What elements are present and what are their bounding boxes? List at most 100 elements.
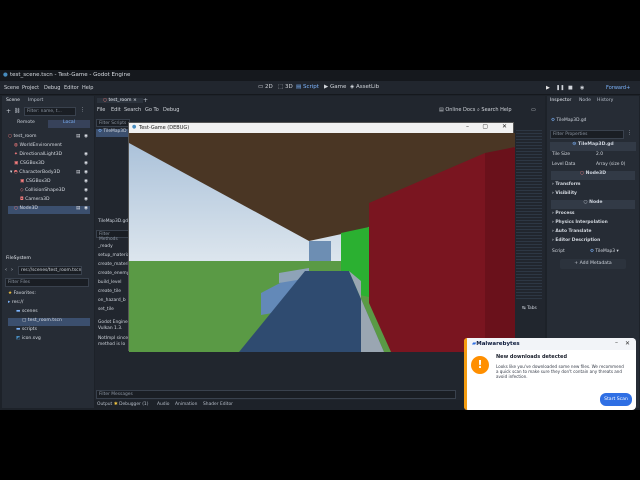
- filter-messages-input[interactable]: Filter Messages: [96, 390, 456, 399]
- script-list-item[interactable]: ⚙ TileMap3D: [96, 129, 130, 137]
- filter-methods-input[interactable]: Filter Methods: [96, 230, 130, 242]
- script-menu-search[interactable]: Search: [124, 107, 141, 113]
- tab-history[interactable]: History: [597, 98, 613, 103]
- script-value[interactable]: ⚙ TileMap3 ▾: [590, 249, 619, 254]
- section-auto-translate[interactable]: › Auto Translate: [552, 229, 636, 234]
- tree-node-collision-shape[interactable]: ◇ CollisionShape3D ◉: [8, 188, 90, 196]
- add-node-icon[interactable]: +: [6, 108, 11, 115]
- fs-folder-scenes[interactable]: ▬ scenes: [8, 309, 90, 317]
- tab-scene[interactable]: Scene: [6, 98, 20, 103]
- scene-filter-options-icon[interactable]: ⋮: [80, 107, 85, 113]
- script-menu-edit[interactable]: Edit: [111, 107, 121, 113]
- tab-inspector[interactable]: Inspector: [550, 98, 571, 103]
- renderer-select[interactable]: Forward+: [606, 85, 630, 91]
- nav-back-icon[interactable]: ‹: [5, 267, 7, 273]
- close-icon[interactable]: ✕: [502, 123, 507, 130]
- visibility-eye-icon[interactable]: ◉: [84, 188, 88, 193]
- tree-node-camera[interactable]: ◘ Camera3D ◉: [8, 197, 90, 205]
- play-button[interactable]: ▶: [546, 85, 550, 91]
- section-editor-description[interactable]: › Editor Description: [552, 238, 636, 243]
- section-transform[interactable]: › Transform: [552, 182, 636, 187]
- tree-node-directional-light[interactable]: ✦ DirectionalLight3D ◉: [8, 152, 90, 160]
- minimize-icon[interactable]: –: [615, 339, 618, 346]
- close-tab-icon[interactable]: ×: [133, 98, 137, 103]
- nav-forward-icon[interactable]: ›: [11, 267, 13, 273]
- filesystem-filter-input[interactable]: Filter Files: [5, 278, 89, 287]
- workspace-2d[interactable]: ▭ 2D: [258, 84, 273, 90]
- fs-favorites[interactable]: ★ Favorites:: [8, 291, 90, 299]
- bottom-tab-debugger[interactable]: ✱ Debugger (1): [114, 402, 148, 407]
- tab-test-room[interactable]: ○ test_room ×: [97, 98, 143, 103]
- prop-level-data[interactable]: Level Data Array (size 0): [552, 162, 636, 167]
- tab-import[interactable]: Import: [28, 98, 43, 103]
- minimize-icon[interactable]: –: [466, 123, 469, 130]
- visibility-eye-icon[interactable]: ◉: [84, 161, 88, 166]
- visibility-eye-icon[interactable]: ◉: [84, 197, 88, 202]
- bottom-tab-animation[interactable]: Animation: [175, 402, 197, 407]
- add-metadata-button[interactable]: + Add Metadata: [560, 259, 626, 269]
- tab-filesystem[interactable]: FileSystem: [6, 256, 31, 261]
- remote-debug-icon[interactable]: ◉: [580, 85, 584, 91]
- menu-debug[interactable]: Debug: [44, 85, 60, 91]
- start-scan-button[interactable]: Start Scan: [600, 393, 632, 406]
- link-icon[interactable]: ⛓: [14, 108, 20, 114]
- menu-help[interactable]: Help: [82, 85, 93, 91]
- prop-tile-size[interactable]: Tile Size 2.0: [552, 152, 636, 157]
- game-viewport[interactable]: [129, 133, 515, 352]
- filesystem-path-input[interactable]: res://scenes/test_room.tscn: [18, 266, 82, 275]
- visibility-eye-icon[interactable]: ◉: [84, 134, 88, 139]
- fs-res-root[interactable]: ▸ res://: [8, 300, 90, 308]
- workspace-3d[interactable]: ⬚ 3D: [278, 84, 293, 90]
- tree-node-node3d[interactable]: ○ Node3D ▤ ◉: [8, 206, 90, 214]
- search-help-button[interactable]: ⌕ Search Help: [477, 107, 512, 113]
- filter-scripts-input[interactable]: Filter Scripts: [96, 119, 130, 127]
- tree-node-csgbox-child[interactable]: ▣ CSGBox3D ◉: [8, 179, 90, 187]
- method-item[interactable]: set_tile: [98, 307, 114, 312]
- workspace-game[interactable]: ▶ Game: [324, 84, 346, 90]
- add-tab-button[interactable]: +: [143, 97, 148, 104]
- section-physics-interpolation[interactable]: › Physics Interpolation: [552, 220, 636, 225]
- stop-button[interactable]: ■: [568, 85, 573, 91]
- scene-filter-input[interactable]: Filter: name, t...: [24, 107, 76, 116]
- method-item[interactable]: setup_material: [98, 253, 131, 258]
- tree-node-character-body[interactable]: ▾ ◓ CharacterBody3D ▤ ◉: [8, 170, 90, 178]
- chevron-down-icon[interactable]: ▾: [10, 170, 12, 175]
- code-minimap[interactable]: [516, 130, 542, 300]
- maximize-icon[interactable]: ▢: [482, 123, 488, 130]
- script-list-item-2[interactable]: TileMap3D.gd: [96, 219, 130, 227]
- bottom-tab-output[interactable]: Output: [97, 402, 112, 407]
- menu-editor[interactable]: Editor: [64, 85, 79, 91]
- menu-scene[interactable]: Scene: [4, 85, 19, 91]
- tab-node[interactable]: Node: [579, 98, 591, 103]
- visibility-eye-icon[interactable]: ◉: [84, 206, 88, 211]
- bottom-tab-shader-editor[interactable]: Shader Editor: [203, 402, 233, 407]
- tree-node-test-room[interactable]: ○ test_room ▤ ◉: [8, 134, 90, 142]
- section-visibility[interactable]: › Visibility: [552, 191, 636, 196]
- menu-project[interactable]: Project: [22, 85, 39, 91]
- method-item[interactable]: on_hazard_b: [98, 298, 126, 303]
- workspace-script[interactable]: ▤ Script: [296, 84, 319, 90]
- inspector-file-label[interactable]: ⚙ TileMap3D.gd: [551, 118, 586, 123]
- filter-properties-input[interactable]: Filter Properties: [550, 130, 624, 139]
- close-icon[interactable]: ✕: [625, 340, 630, 347]
- script-attached-icon[interactable]: ▤: [76, 206, 80, 211]
- section-process[interactable]: › Process: [552, 211, 636, 216]
- visibility-eye-icon[interactable]: ◉: [84, 152, 88, 157]
- remote-button[interactable]: Remote: [6, 120, 46, 128]
- local-button[interactable]: Local: [48, 120, 90, 128]
- script-attached-icon[interactable]: ▤: [76, 134, 80, 139]
- script-panel-toggle-icon[interactable]: ▭: [531, 107, 536, 113]
- pause-button[interactable]: ❚❚: [556, 85, 564, 91]
- tree-node-world-environment[interactable]: ◍ WorldEnvironment: [8, 143, 90, 151]
- script-attached-icon[interactable]: ▤: [76, 170, 80, 175]
- tree-node-csgbox[interactable]: ▣ CSGBox3D ◉: [8, 161, 90, 169]
- bottom-tab-audio[interactable]: Audio: [157, 402, 169, 407]
- fs-folder-scripts[interactable]: ▬ scripts: [8, 327, 90, 335]
- visibility-eye-icon[interactable]: ◉: [84, 179, 88, 184]
- fs-file-icon-svg[interactable]: ◩ icon.svg: [8, 336, 90, 344]
- game-window[interactable]: ● Test-Game (DEBUG) – ▢ ✕: [128, 122, 515, 352]
- method-item[interactable]: _ready: [98, 244, 113, 249]
- workspace-assetlib[interactable]: ◈ AssetLib: [350, 84, 379, 90]
- prop-script[interactable]: Script ⚙ TileMap3 ▾: [552, 249, 636, 254]
- method-item[interactable]: create_enemy: [98, 271, 129, 276]
